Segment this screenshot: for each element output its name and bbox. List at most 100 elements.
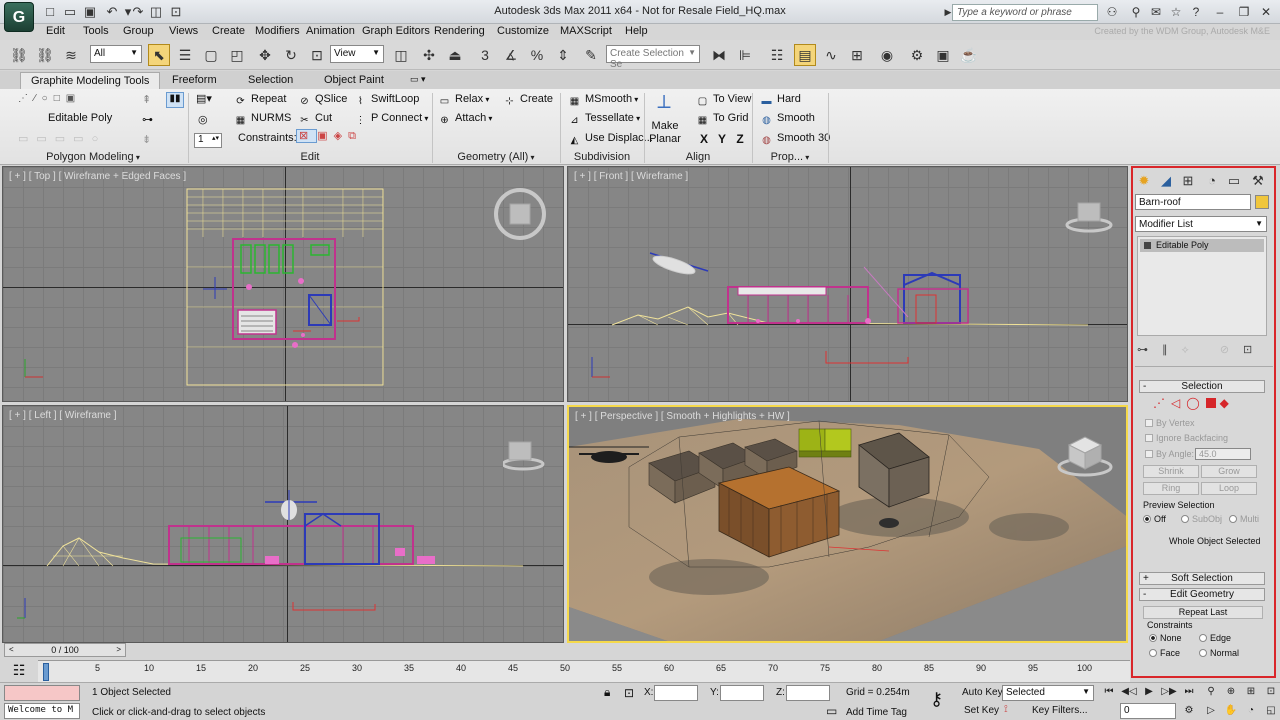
tab-graphite-modeling-tools[interactable]: Graphite Modeling Tools — [20, 72, 161, 89]
stack-item-editable-poly[interactable]: Editable Poly — [1140, 239, 1264, 252]
select-manipulate-icon[interactable]: ✣ — [418, 44, 440, 66]
time-slider[interactable]: < 0 / 100 > — [4, 643, 126, 657]
keyboard-shortcut-override-icon[interactable]: ⏏ — [444, 44, 466, 66]
viewport-front[interactable]: [ + ] [ Front ] [ Wireframe ] — [567, 166, 1128, 402]
constraint-icon[interactable]: ◎ — [198, 113, 208, 126]
menu-group[interactable]: Group — [123, 25, 154, 37]
ring-button[interactable]: Ring — [1143, 482, 1199, 495]
zoom-icon[interactable]: ⚲ — [1202, 685, 1220, 699]
align-x-button[interactable]: X — [696, 131, 712, 147]
rendered-frame-window-icon[interactable]: ▣ — [932, 44, 954, 66]
play-icon[interactable]: ▶ — [1140, 685, 1158, 699]
render-setup-icon[interactable]: ⚙ — [906, 44, 928, 66]
minimize-icon[interactable]: – — [1212, 4, 1228, 20]
prev-frame-arrow-icon[interactable]: < — [9, 644, 14, 656]
absolute-mode-icon[interactable]: ⊡ — [624, 686, 634, 700]
window-crossing-icon[interactable]: ◰ — [226, 44, 248, 66]
preview-multi-radio[interactable]: Multi — [1229, 514, 1259, 524]
properties-caption[interactable]: Prop... ▾ — [752, 151, 828, 165]
constraint-normal-radio[interactable]: Normal — [1199, 648, 1239, 658]
edit-geometry-rollout-header[interactable]: - Edit Geometry — [1139, 588, 1265, 601]
edit-named-selection-icon[interactable]: ✎ — [580, 44, 602, 66]
by-angle-checkbox[interactable]: By Angle: — [1145, 449, 1194, 459]
nurms-button[interactable]: ▦ NURMS — [234, 112, 292, 127]
constraint-none-radio[interactable]: None — [1149, 633, 1182, 643]
smooth-button[interactable]: ◍ Smooth — [760, 112, 815, 127]
x-coord-field[interactable] — [654, 685, 698, 701]
menu-animation[interactable]: Animation — [306, 25, 355, 37]
viewcube-front[interactable] — [1064, 195, 1113, 235]
to-view-button[interactable]: ▢ To View — [696, 93, 752, 108]
use-displacement-button[interactable]: ◭ Use Displac... — [568, 132, 653, 147]
viewport-label-front[interactable]: [ + ] [ Front ] [ Wireframe ] — [574, 171, 688, 182]
viewcube-top[interactable] — [493, 187, 546, 240]
toggle-command-mode-icon[interactable]: ▮▮ — [166, 92, 184, 108]
swiftloop-button[interactable]: ⌇ SwiftLoop — [354, 93, 419, 108]
pin-icon[interactable]: ⊶ — [142, 113, 153, 126]
selection-lock-icon[interactable]: 🔒︎ — [604, 685, 610, 700]
stack-tools-icons[interactable]: ⊶∥⟡ ⊘⊡ — [1137, 343, 1271, 359]
key-mode-icon[interactable]: ⟟ — [1004, 704, 1008, 715]
rectangular-selection-icon[interactable]: ▢ — [200, 44, 222, 66]
help-icon[interactable]: ? — [1188, 4, 1204, 20]
viewport-label-top[interactable]: [ + ] [ Top ] [ Wireframe + Edged Faces … — [9, 171, 186, 182]
menu-graph-editors[interactable]: Graph Editors — [362, 25, 430, 37]
mini-curve-editor-icon[interactable]: ☷ — [4, 660, 34, 680]
current-frame-field[interactable]: 0 — [1120, 703, 1176, 719]
zoom-extents-all-icon[interactable]: ⊡ — [1262, 685, 1280, 699]
geometry-caption[interactable]: Geometry (All) ▾ — [432, 151, 560, 165]
constraint-buttons[interactable]: ⊠ ▣◈⧉ — [296, 129, 376, 143]
go-to-start-icon[interactable]: ⏮ — [1100, 685, 1118, 699]
viewcube-left[interactable] — [501, 436, 545, 476]
selection-filter-dropdown[interactable]: All ▼ — [90, 45, 142, 63]
layer-manager-icon[interactable]: ☷ — [766, 44, 788, 66]
viewport-left[interactable]: [ + ] [ Left ] [ Wireframe ] — [2, 405, 564, 643]
to-grid-button[interactable]: ▦ To Grid — [696, 112, 749, 127]
viewcube-perspective[interactable] — [1057, 431, 1113, 477]
binoculars-icon[interactable]: ⚇ — [1104, 4, 1120, 20]
viewport-label-perspective[interactable]: [ + ] [ Perspective ] [ Smooth + Highlig… — [575, 411, 790, 422]
new-file-icon[interactable]: □ — [42, 4, 58, 20]
schematic-view-icon[interactable]: ⊞ — [846, 44, 868, 66]
make-planar-icon[interactable]: ⟂ — [652, 91, 676, 117]
subobject-level-icons[interactable]: ⋰◁◯ ◆ — [1153, 396, 1253, 410]
undo-icon[interactable]: ↶ — [104, 4, 120, 20]
menu-views[interactable]: Views — [169, 25, 198, 37]
menu-tools[interactable]: Tools — [83, 25, 109, 37]
zoom-all-icon[interactable]: ⊕ — [1222, 685, 1240, 699]
angle-snap-icon[interactable]: ∡ — [500, 44, 522, 66]
modify-panel-icon[interactable]: ◢ — [1157, 172, 1175, 190]
search-input[interactable]: Type a keyword or phrase — [952, 4, 1098, 21]
display-panel-icon[interactable]: ▭ — [1225, 172, 1243, 190]
msmooth-button[interactable]: ▦ MSmooth ▾ — [568, 93, 639, 108]
preview-off-radio[interactable]: Off — [1143, 514, 1166, 524]
restore-icon[interactable]: ❐ — [1236, 4, 1252, 20]
create-panel-icon[interactable]: ✹ — [1135, 172, 1153, 190]
select-object-icon[interactable]: ⬉ — [148, 44, 170, 66]
time-slider-thumb[interactable] — [43, 663, 49, 681]
maxscript-mini-listener[interactable] — [4, 685, 80, 701]
hold-icon[interactable]: ◫ — [148, 4, 164, 20]
collapse-stack-icon[interactable]: ⇟ — [142, 133, 151, 146]
key-set-dropdown[interactable]: Selected ▼ — [1002, 685, 1094, 701]
favorites-icon[interactable]: ☆ — [1168, 4, 1184, 20]
preserve-uvs-icon[interactable]: ▤▾ — [196, 92, 212, 105]
pan-icon[interactable]: ✋ — [1222, 704, 1240, 718]
loop-button[interactable]: Loop — [1201, 482, 1257, 495]
material-editor-icon[interactable]: ◉ — [876, 44, 898, 66]
app-logo-icon[interactable]: G — [4, 2, 34, 32]
named-selection-dropdown[interactable]: Create Selection Se ▼ — [606, 45, 700, 70]
menu-modifiers[interactable]: Modifiers — [255, 25, 300, 37]
auto-key-button[interactable]: Auto Key — [962, 687, 1003, 698]
grow-button[interactable]: Grow — [1201, 465, 1257, 478]
constraint-face-radio[interactable]: Face — [1149, 648, 1180, 658]
menu-maxscript[interactable]: MAXScript — [560, 25, 612, 37]
select-and-rotate-icon[interactable]: ↻ — [280, 44, 302, 66]
preview-subobj-radio[interactable]: SubObj — [1181, 514, 1222, 524]
save-file-icon[interactable]: ▣ — [82, 4, 98, 20]
select-by-name-icon[interactable]: ☰ — [174, 44, 196, 66]
object-name-field[interactable]: Barn-roof — [1135, 194, 1251, 210]
qslice-button[interactable]: ⊘ QSlice — [298, 93, 347, 108]
cut-button[interactable]: ✂ Cut — [298, 112, 332, 127]
graphite-toggle-icon[interactable]: ▤ — [794, 44, 816, 66]
